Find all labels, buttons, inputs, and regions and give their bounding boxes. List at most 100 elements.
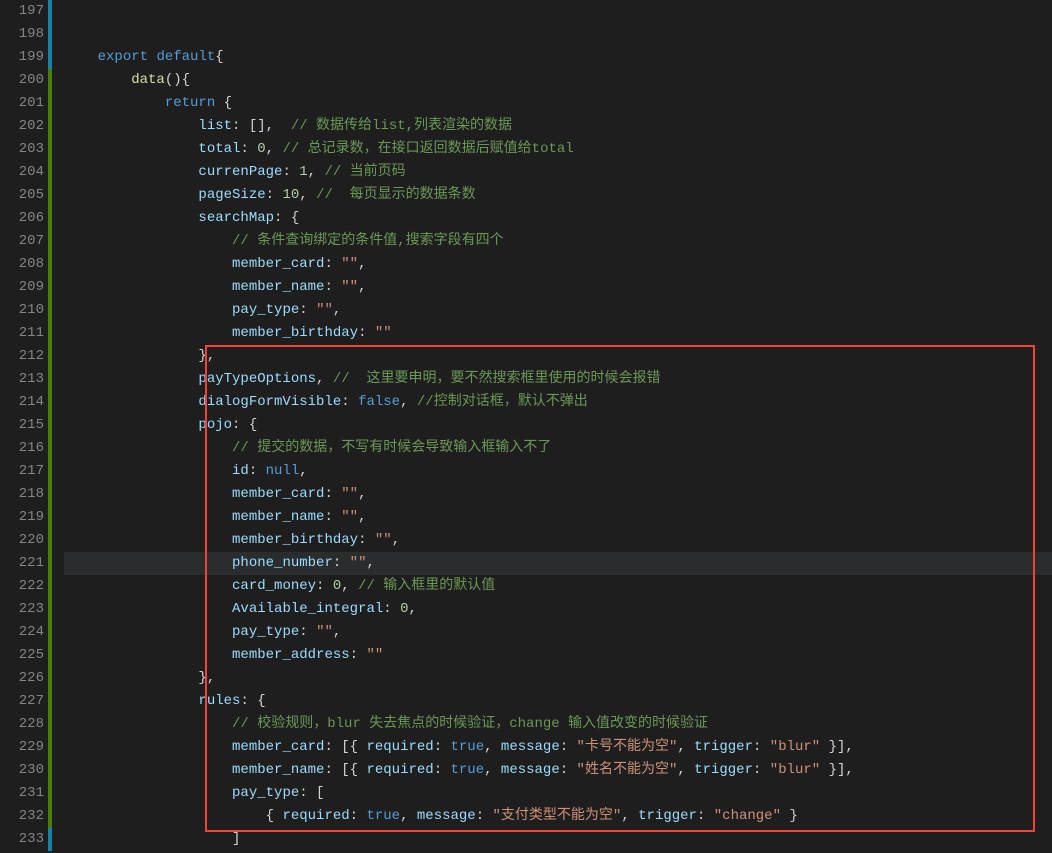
- code-line[interactable]: member_name: [{ required: true, message:…: [64, 759, 1052, 782]
- token-kw: false: [358, 394, 400, 410]
- token-pn: :: [350, 808, 367, 824]
- code-line[interactable]: return {: [64, 92, 1052, 115]
- token-pn: ,: [358, 256, 366, 272]
- code-line[interactable]: member_birthday: "",: [64, 529, 1052, 552]
- token-pn: [64, 693, 198, 709]
- code-editor[interactable]: 1971981992002012022032042052062072082092…: [0, 0, 1052, 853]
- line-number: 211: [0, 322, 44, 345]
- code-line[interactable]: // 校验规则，blur 失去焦点的时候验证，change 输入值改变的时候验证: [64, 713, 1052, 736]
- code-line[interactable]: { required: true, message: "支付类型不能为空", t…: [64, 805, 1052, 828]
- code-line[interactable]: dialogFormVisible: false, //控制对话框，默认不弹出: [64, 391, 1052, 414]
- token-prop: total: [198, 141, 240, 157]
- code-line[interactable]: Available_integral: 0,: [64, 598, 1052, 621]
- token-pn: ,: [358, 486, 366, 502]
- token-prop: id: [232, 463, 249, 479]
- code-line[interactable]: member_card: "",: [64, 483, 1052, 506]
- token-prop: message: [501, 739, 560, 755]
- token-cm: // 当前页码: [324, 164, 405, 180]
- token-prop: pay_type: [232, 302, 299, 318]
- code-line[interactable]: member_name: "",: [64, 276, 1052, 299]
- token-pn: : [: [299, 785, 324, 801]
- code-line[interactable]: id: null,: [64, 460, 1052, 483]
- code-line[interactable]: phone_number: "",: [64, 552, 1052, 575]
- token-pn: [64, 785, 232, 801]
- token-cm: // 这里要申明，要不然搜索框里使用的时候会报错: [333, 371, 661, 387]
- line-number: 202: [0, 115, 44, 138]
- token-str: "": [341, 509, 358, 525]
- code-line[interactable]: rules: {: [64, 690, 1052, 713]
- line-number: 221: [0, 552, 44, 575]
- token-pn: :: [266, 187, 283, 203]
- token-pn: : {: [274, 210, 299, 226]
- token-prop: member_card: [232, 256, 324, 272]
- token-pn: [64, 118, 198, 134]
- line-number: 228: [0, 713, 44, 736]
- token-pn: {: [215, 95, 232, 111]
- code-line[interactable]: pay_type: [: [64, 782, 1052, 805]
- code-line[interactable]: },: [64, 667, 1052, 690]
- token-pn: :: [560, 739, 577, 755]
- token-pn: [64, 49, 98, 65]
- code-line[interactable]: member_address: "": [64, 644, 1052, 667]
- token-str: "": [316, 624, 333, 640]
- code-line[interactable]: total: 0, // 总记录数，在接口返回数据后赋值给total: [64, 138, 1052, 161]
- code-line[interactable]: data(){: [64, 69, 1052, 92]
- token-pn: :: [299, 624, 316, 640]
- token-prop: phone_number: [232, 555, 333, 571]
- token-pn: ,: [621, 808, 638, 824]
- code-line[interactable]: },: [64, 345, 1052, 368]
- code-line[interactable]: searchMap: {: [64, 207, 1052, 230]
- code-line[interactable]: payTypeOptions, // 这里要申明，要不然搜索框里使用的时候会报错: [64, 368, 1052, 391]
- token-pn: :: [316, 578, 333, 594]
- line-number: 225: [0, 644, 44, 667]
- token-kw: null: [266, 463, 300, 479]
- code-line[interactable]: pay_type: "",: [64, 621, 1052, 644]
- code-line[interactable]: member_birthday: "": [64, 322, 1052, 345]
- token-str: "": [341, 279, 358, 295]
- token-pn: ,: [408, 601, 416, 617]
- code-line[interactable]: member_name: "",: [64, 506, 1052, 529]
- token-str: "change": [714, 808, 781, 824]
- token-num: 1: [299, 164, 307, 180]
- line-number: 232: [0, 805, 44, 828]
- code-line[interactable]: pojo: {: [64, 414, 1052, 437]
- token-pn: [64, 647, 232, 663]
- token-str: "": [375, 325, 392, 341]
- code-line[interactable]: member_card: [{ required: true, message:…: [64, 736, 1052, 759]
- code-line[interactable]: export default{: [64, 46, 1052, 69]
- token-str: "卡号不能为空": [577, 739, 678, 755]
- token-prop: searchMap: [198, 210, 274, 226]
- token-prop: member_birthday: [232, 532, 358, 548]
- token-pn: :: [324, 509, 341, 525]
- token-pn: :: [324, 486, 341, 502]
- token-pn: ,: [677, 762, 694, 778]
- code-line[interactable]: currenPage: 1, // 当前页码: [64, 161, 1052, 184]
- code-line[interactable]: // 条件查询绑定的条件值,搜索字段有四个: [64, 230, 1052, 253]
- token-pn: [64, 532, 232, 548]
- code-line[interactable]: // 提交的数据，不写有时候会导致输入框输入不了: [64, 437, 1052, 460]
- token-prop: rules: [198, 693, 240, 709]
- token-pn: [64, 394, 198, 410]
- token-pn: : {: [232, 417, 257, 433]
- token-pn: [64, 486, 232, 502]
- code-area[interactable]: export default{ data(){ return { list: […: [52, 0, 1052, 853]
- code-line[interactable]: pay_type: "",: [64, 299, 1052, 322]
- token-prop: trigger: [638, 808, 697, 824]
- code-line[interactable]: member_card: "",: [64, 253, 1052, 276]
- line-number: 229: [0, 736, 44, 759]
- line-number-gutter: 1971981992002012022032042052062072082092…: [0, 0, 48, 853]
- token-cm: // 提交的数据，不写有时候会导致输入框输入不了: [232, 440, 551, 456]
- token-pn: }],: [820, 739, 854, 755]
- token-prop: member_address: [232, 647, 350, 663]
- line-number: 222: [0, 575, 44, 598]
- line-number: 227: [0, 690, 44, 713]
- line-number: 205: [0, 184, 44, 207]
- token-pn: :: [299, 302, 316, 318]
- token-str: "": [350, 555, 367, 571]
- code-line[interactable]: pageSize: 10, // 每页显示的数据条数: [64, 184, 1052, 207]
- code-line[interactable]: ]: [64, 828, 1052, 851]
- code-line[interactable]: card_money: 0, // 输入框里的默认值: [64, 575, 1052, 598]
- token-prop: trigger: [694, 762, 753, 778]
- line-number: 220: [0, 529, 44, 552]
- code-line[interactable]: list: [], // 数据传给list,列表渲染的数据: [64, 115, 1052, 138]
